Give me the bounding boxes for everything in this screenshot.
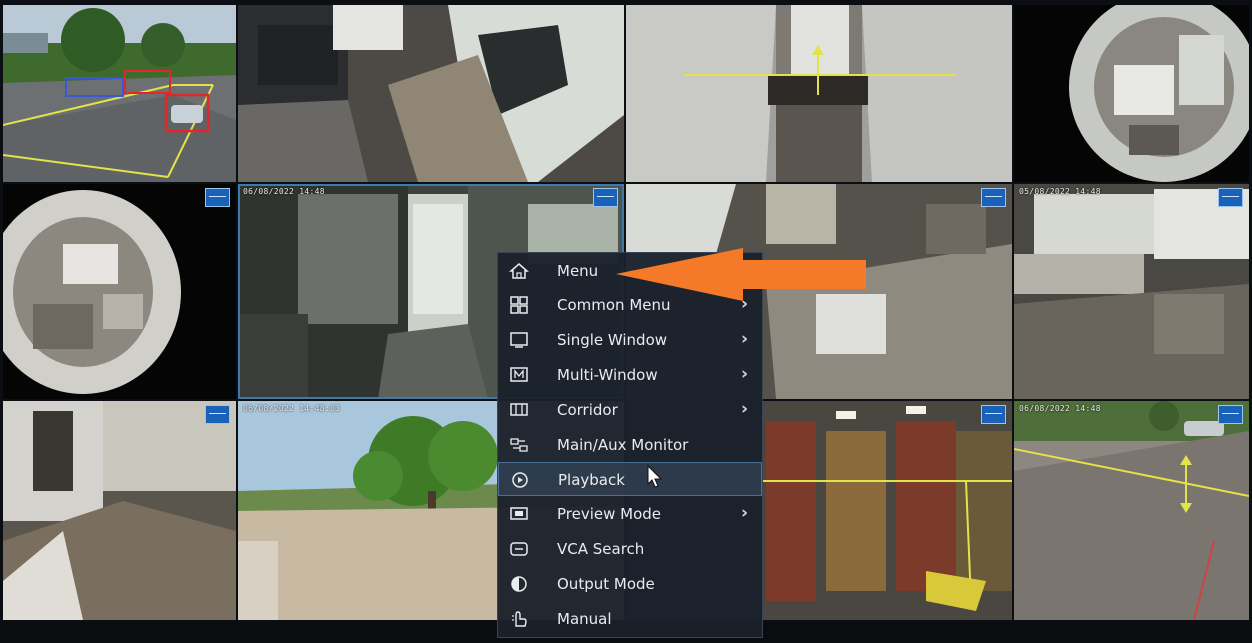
camera-osd-timestamp: 06/08/2022 14:48 bbox=[1019, 404, 1101, 413]
menu-item-single-window[interactable]: Single Window › bbox=[498, 323, 762, 357]
camera-tile-4[interactable] bbox=[1014, 5, 1249, 182]
camera-feed-corridor bbox=[626, 5, 1012, 182]
camera-tile-9[interactable] bbox=[3, 401, 236, 620]
camera-feed-fisheye-desk bbox=[3, 184, 236, 399]
camera-tile-1[interactable] bbox=[3, 5, 236, 182]
menu-item-label: Multi-Window bbox=[557, 366, 658, 384]
menu-item-label: Output Mode bbox=[557, 575, 655, 593]
manual-icon bbox=[512, 611, 527, 627]
camera-tile-3[interactable] bbox=[626, 5, 1012, 182]
menu-item-manual[interactable]: Manual bbox=[498, 602, 762, 636]
camera-osd-timestamp: 06/08/2022 14:48:03 bbox=[243, 404, 341, 413]
chevron-right-icon: › bbox=[740, 503, 748, 523]
camera-feed-fisheye-office bbox=[1014, 5, 1249, 182]
camera-feed-parking-entrance bbox=[1014, 401, 1249, 620]
context-menu: Menu Common Menu › Single Window › Multi… bbox=[497, 252, 763, 638]
chevron-right-icon: › bbox=[740, 329, 748, 349]
menu-item-corridor[interactable]: Corridor › bbox=[498, 393, 762, 427]
menu-item-label: Playback bbox=[558, 471, 625, 489]
annotation-arrow-icon bbox=[616, 248, 866, 301]
camera-osd-timestamp: 06/08/2022 14:48 bbox=[243, 187, 325, 196]
output-mode-icon bbox=[511, 576, 527, 592]
camera-tile-2[interactable] bbox=[238, 5, 624, 182]
camera-feed-hallway bbox=[3, 401, 236, 620]
menu-item-output-mode[interactable]: Output Mode bbox=[498, 567, 762, 601]
monitor-switch-icon bbox=[510, 438, 528, 452]
menu-item-label: Main/Aux Monitor bbox=[557, 436, 689, 454]
camera-osd-timestamp: 05/08/2022 14:48 bbox=[1019, 187, 1101, 196]
camera-feed-lobby bbox=[238, 5, 624, 182]
corridor-icon bbox=[510, 403, 528, 416]
channel-badge bbox=[205, 188, 230, 207]
channel-badge bbox=[981, 405, 1006, 424]
menu-item-preview-mode[interactable]: Preview Mode › bbox=[498, 497, 762, 531]
channel-badge bbox=[1218, 188, 1243, 207]
preview-mode-icon bbox=[510, 507, 528, 520]
home-icon bbox=[509, 263, 529, 279]
menu-item-label: Preview Mode bbox=[557, 505, 662, 523]
menu-item-label: Single Window bbox=[557, 331, 668, 349]
camera-tile-8[interactable]: 05/08/2022 14:48 bbox=[1014, 184, 1249, 399]
single-window-icon bbox=[510, 332, 528, 348]
camera-feed-parking-lot bbox=[3, 5, 236, 182]
grid-icon bbox=[510, 296, 528, 314]
channel-badge bbox=[1218, 405, 1243, 424]
camera-tile-12[interactable]: 06/08/2022 14:48 bbox=[1014, 401, 1249, 620]
menu-item-label: Manual bbox=[557, 610, 612, 628]
menu-item-playback[interactable]: Playback bbox=[498, 462, 762, 496]
playback-icon bbox=[512, 472, 528, 488]
multi-window-icon bbox=[510, 367, 528, 382]
vca-search-icon bbox=[510, 542, 528, 556]
menu-item-label: VCA Search bbox=[557, 540, 645, 558]
menu-item-vca-search[interactable]: VCA Search bbox=[498, 532, 762, 566]
camera-feed-kitchen bbox=[1014, 184, 1249, 399]
menu-item-label: Corridor bbox=[557, 401, 618, 419]
camera-tile-5[interactable] bbox=[3, 184, 236, 399]
mouse-cursor-icon bbox=[647, 465, 663, 488]
chevron-right-icon: › bbox=[740, 399, 748, 419]
chevron-right-icon: › bbox=[740, 364, 748, 384]
channel-badge bbox=[981, 188, 1006, 207]
menu-item-multi-window[interactable]: Multi-Window › bbox=[498, 358, 762, 392]
channel-badge bbox=[205, 405, 230, 424]
menu-item-main-aux-monitor[interactable]: Main/Aux Monitor bbox=[498, 428, 762, 462]
menu-item-label: Menu bbox=[557, 262, 599, 280]
channel-badge bbox=[593, 188, 618, 207]
